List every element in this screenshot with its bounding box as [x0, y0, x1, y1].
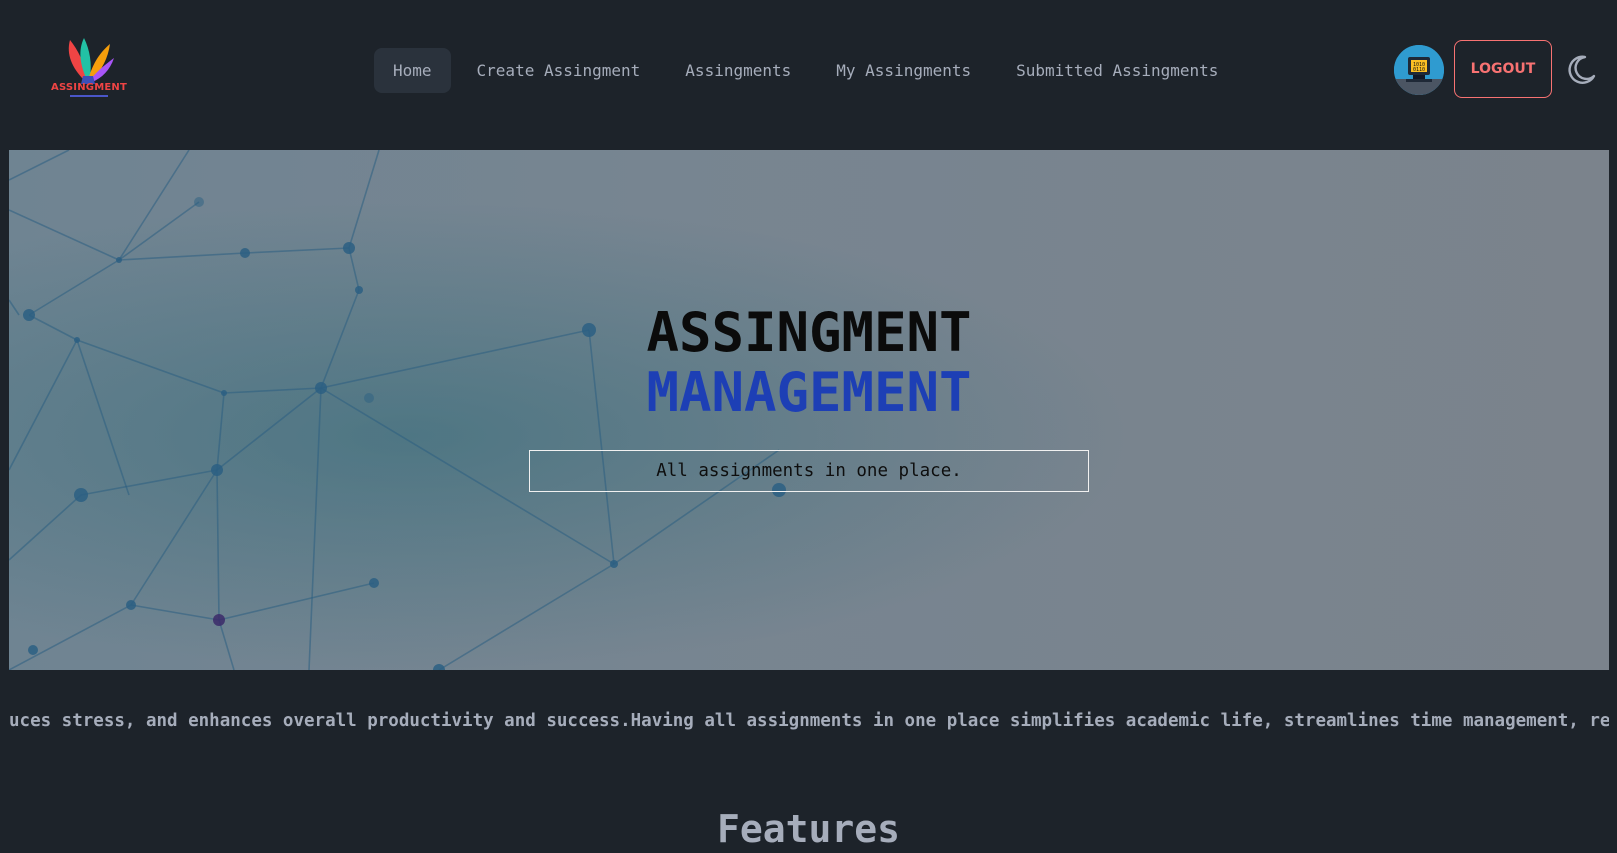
nav-assingments[interactable]: Assingments	[666, 48, 810, 93]
computer-avatar-icon: 1010 0110	[1394, 45, 1444, 95]
nav-home[interactable]: Home	[374, 48, 451, 93]
feather-logo-icon	[68, 38, 114, 84]
navbar: ASSINGMENT Home Create Assingment Assing…	[0, 0, 1617, 140]
logout-button[interactable]: LOGOUT	[1454, 40, 1552, 98]
scrolling-marquee: uces stress, and enhances overall produc…	[9, 711, 1609, 731]
main-menu: Home Create Assingment Assingments My As…	[374, 48, 1244, 93]
hero-content: ASSINGMENT MANAGEMENT All assignments in…	[9, 150, 1609, 670]
nav-submitted-assingments[interactable]: Submitted Assingments	[997, 48, 1237, 93]
logo-underline	[70, 95, 108, 97]
theme-toggle-button[interactable]	[1564, 53, 1598, 87]
app-logo[interactable]: ASSINGMENT	[48, 36, 130, 98]
svg-text:0110: 0110	[1413, 67, 1425, 73]
hero-title-line1: ASSINGMENT	[646, 301, 972, 364]
moon-icon	[1568, 55, 1596, 84]
hero-tagline: All assignments in one place.	[529, 450, 1089, 492]
logo-text: ASSINGMENT	[51, 82, 127, 93]
nav-create-assingment[interactable]: Create Assingment	[458, 48, 660, 93]
hero-title-line2: MANAGEMENT	[646, 361, 972, 424]
hero-banner: ASSINGMENT MANAGEMENT All assignments in…	[9, 150, 1609, 670]
features-heading: Features	[716, 807, 901, 851]
nav-my-assingments[interactable]: My Assingments	[817, 48, 990, 93]
user-avatar[interactable]: 1010 0110	[1394, 45, 1444, 95]
